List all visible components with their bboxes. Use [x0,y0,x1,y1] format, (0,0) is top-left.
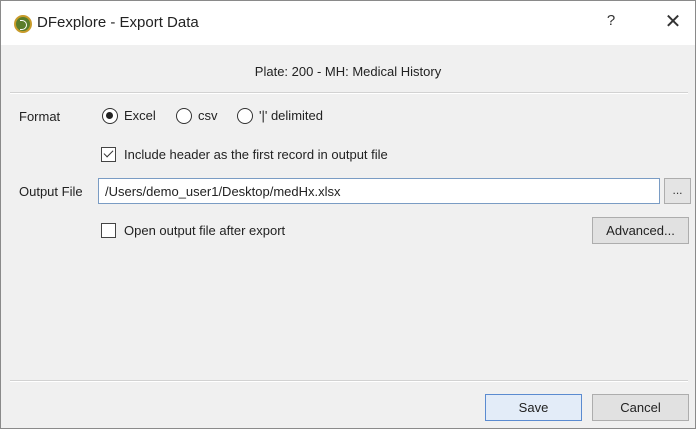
dfexplore-app-icon [14,15,32,33]
cancel-button[interactable]: Cancel [592,394,689,421]
include-header-label[interactable]: Include header as the first record in ou… [124,147,388,162]
open-after-export-checkbox[interactable] [101,223,116,238]
format-radio-excel-label[interactable]: Excel [124,108,156,123]
export-data-dialog: DFexplore - Export Data ? ✕ Plate: 200 -… [0,0,696,429]
format-radio-delimited[interactable] [237,108,253,124]
save-button[interactable]: Save [485,394,582,421]
browse-button[interactable]: ... [664,178,691,204]
format-radio-delimited-label[interactable]: '|' delimited [259,108,323,123]
title-bar: DFexplore - Export Data ? ✕ [1,1,695,45]
advanced-button[interactable]: Advanced... [592,217,689,244]
output-file-label: Output File [19,184,83,199]
format-radio-csv-label[interactable]: csv [198,108,218,123]
output-file-input[interactable] [98,178,660,204]
bottom-separator [10,380,688,382]
top-separator [10,92,688,94]
plate-label: Plate: 200 - MH: Medical History [254,64,442,79]
format-label: Format [19,109,61,124]
help-button[interactable]: ? [601,12,621,34]
open-after-export-label[interactable]: Open output file after export [124,223,285,238]
format-radio-csv[interactable] [176,108,192,124]
format-radio-excel[interactable] [102,108,118,124]
include-header-checkbox[interactable] [101,147,116,162]
close-button[interactable]: ✕ [661,10,685,34]
window-title: DFexplore - Export Data [37,14,199,31]
